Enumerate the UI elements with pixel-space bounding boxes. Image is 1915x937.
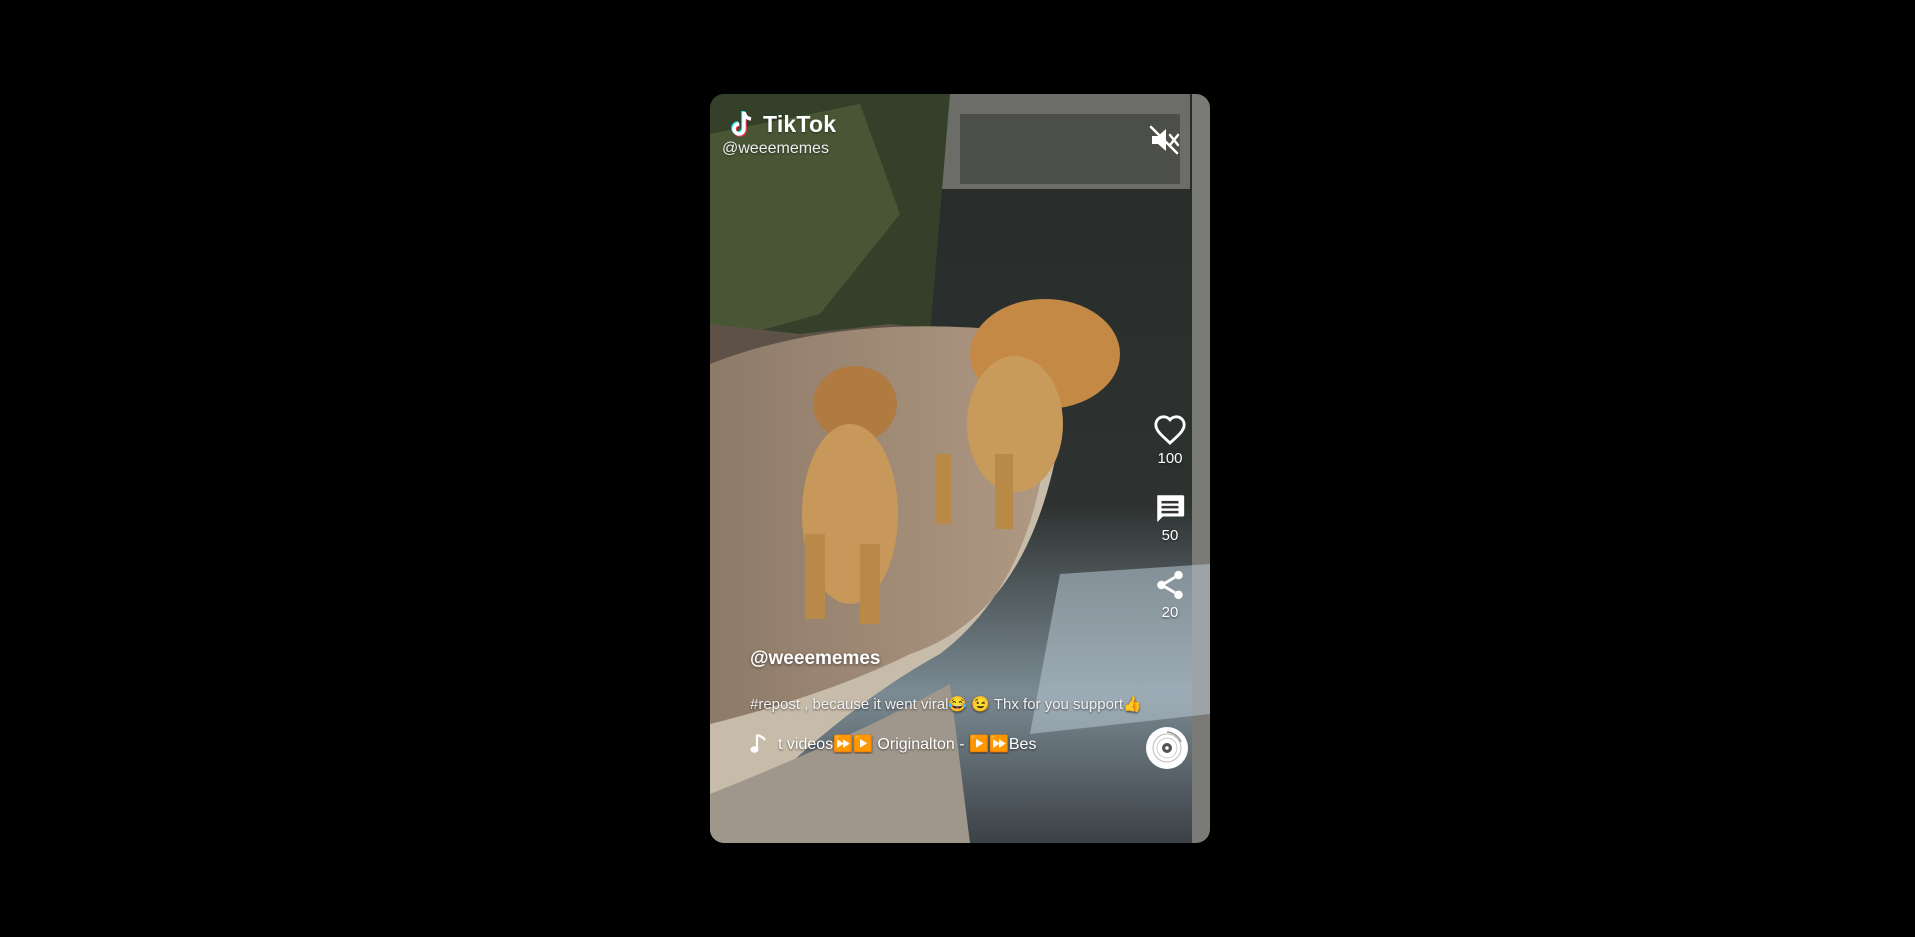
mute-button[interactable] — [1148, 124, 1180, 156]
share-icon — [1157, 570, 1183, 600]
heart-icon — [1154, 415, 1186, 445]
volume-muted-icon — [1149, 125, 1180, 155]
author-handle[interactable]: @weeememes — [750, 648, 881, 670]
music-info[interactable]: t videos⏩▶️ Originalton - ▶️⏩Bes — [750, 733, 1058, 755]
comment-button[interactable]: 50 — [1153, 491, 1187, 544]
comment-icon — [1157, 495, 1185, 523]
like-button[interactable]: 100 — [1153, 414, 1187, 467]
brand-name: TikTok — [763, 110, 837, 137]
tiktok-logo-icon — [731, 111, 752, 137]
share-count: 20 — [1161, 604, 1179, 621]
comment-count: 50 — [1161, 527, 1179, 544]
share-button[interactable]: 20 — [1153, 568, 1187, 621]
action-bar: 100 50 20 — [1148, 414, 1192, 645]
music-disc-icon — [1147, 728, 1187, 768]
video-player[interactable]: TikTok @weeememes 100 50 20 @weeememes #… — [710, 94, 1210, 843]
music-disc-button[interactable] — [1146, 727, 1188, 769]
video-frame — [710, 94, 1210, 843]
video-handle-overlay: @weeememes — [722, 140, 829, 157]
like-count: 100 — [1157, 450, 1183, 467]
video-caption: #repost , because it went viral😂 😉 Thx f… — [750, 696, 1142, 713]
tiktok-brand: TikTok — [727, 109, 836, 139]
music-track-text: t videos⏩▶️ Originalton - ▶️⏩Bes — [778, 736, 1037, 753]
music-note-icon — [750, 733, 766, 753]
